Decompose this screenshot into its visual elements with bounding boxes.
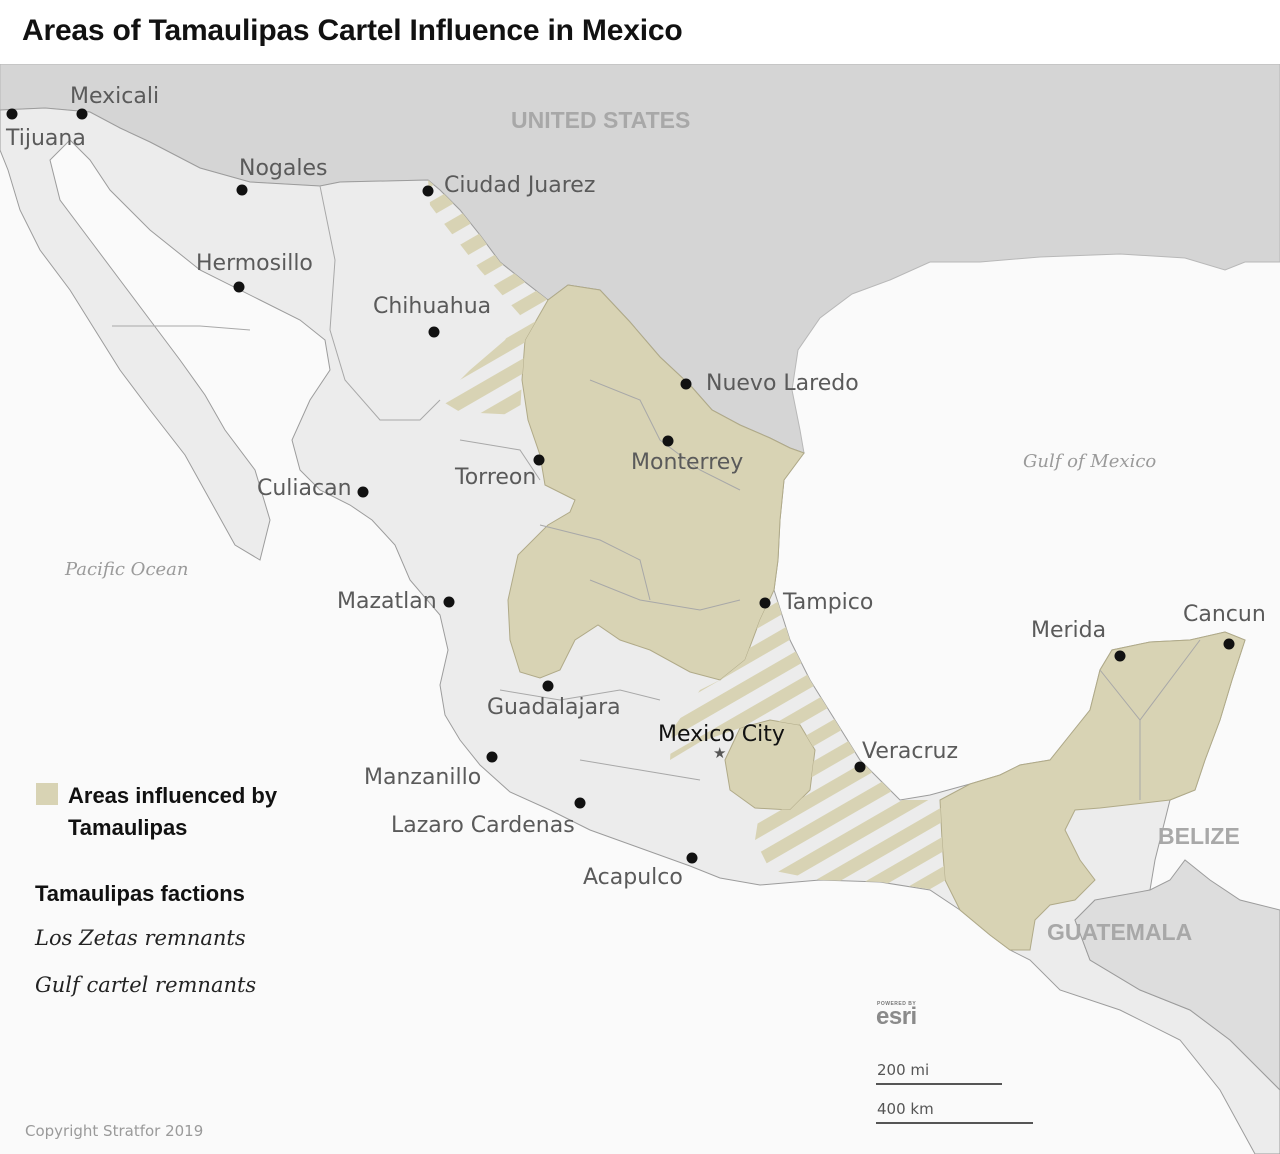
city-label-acapulco: Acapulco [583, 865, 683, 890]
city-marker-tijuana[interactable] [6, 108, 18, 120]
city-label-hermosillo: Hermosillo [196, 251, 313, 276]
city-label-veracruz: Veracruz [862, 739, 958, 764]
esri-logo: esri [876, 1003, 917, 1030]
city-label-mexicali: Mexicali [70, 84, 159, 109]
city-marker-mazatlan[interactable] [443, 596, 455, 608]
city-marker-nuevo-laredo[interactable] [680, 378, 692, 390]
city-marker-guadalajara[interactable] [542, 680, 554, 692]
city-marker-nogales[interactable] [236, 184, 248, 196]
city-label-tijuana: Tijuana [5, 126, 86, 151]
city-marker-tampico[interactable] [759, 597, 771, 609]
scale-label-kilometers: 400 km [877, 1100, 934, 1118]
legend-faction-gulf-cartel: Gulf cartel remnants [35, 973, 257, 997]
water-label-gulf-of-mexico: Gulf of Mexico [1023, 451, 1156, 472]
city-marker-hermosillo[interactable] [233, 281, 245, 293]
city-marker-cancun[interactable] [1223, 638, 1235, 650]
city-marker-monterrey[interactable] [662, 435, 674, 447]
legend-influence-swatch [36, 783, 58, 805]
city-label-mexico-city: Mexico City [658, 722, 785, 747]
city-marker-mexicali[interactable] [76, 108, 88, 120]
city-marker-ciudad-juarez[interactable] [422, 185, 434, 197]
city-marker-torreon[interactable] [533, 454, 545, 466]
city-label-monterrey: Monterrey [631, 450, 743, 475]
city-marker-acapulco[interactable] [686, 852, 698, 864]
city-label-ciudad-juarez: Ciudad Juarez [444, 173, 595, 198]
water-label-pacific-ocean: Pacific Ocean [64, 559, 189, 580]
city-label-mazatlan: Mazatlan [337, 589, 437, 614]
scale-label-miles: 200 mi [877, 1061, 930, 1079]
city-marker-merida[interactable] [1114, 650, 1126, 662]
country-label-belize: BELIZE [1158, 823, 1240, 849]
map-title: Areas of Tamaulipas Cartel Influence in … [22, 14, 683, 47]
legend-influence-label: Areas influenced by Tamaulipas [68, 783, 278, 840]
city-label-merida: Merida [1031, 618, 1106, 643]
scale-bar-miles [876, 1083, 1002, 1085]
city-label-chihuahua: Chihuahua [373, 294, 491, 319]
city-label-torreon: Torreon [454, 465, 536, 490]
city-label-culiacan: Culiacan [257, 476, 352, 501]
scale-bar-kilometers [876, 1122, 1033, 1124]
city-marker-culiacan[interactable] [357, 486, 369, 498]
city-marker-manzanillo[interactable] [486, 751, 498, 763]
city-label-nogales: Nogales [239, 156, 327, 181]
city-label-tampico: Tampico [782, 590, 873, 615]
city-label-lazaro-cardenas: Lazaro Cardenas [391, 813, 575, 838]
country-label-united-states: UNITED STATES [511, 107, 690, 133]
city-marker-lazaro-cardenas[interactable] [574, 797, 586, 809]
city-marker-chihuahua[interactable] [428, 326, 440, 338]
legend-factions-heading: Tamaulipas factions [35, 881, 245, 906]
city-label-cancun: Cancun [1183, 602, 1266, 627]
copyright: Copyright Stratfor 2019 [25, 1122, 204, 1140]
city-label-guadalajara: Guadalajara [487, 695, 621, 720]
country-label-guatemala: GUATEMALA [1047, 919, 1192, 945]
city-label-nuevo-laredo: Nuevo Laredo [706, 371, 859, 396]
legend-faction-los-zetas: Los Zetas remnants [35, 926, 246, 950]
city-label-manzanillo: Manzanillo [364, 765, 481, 790]
